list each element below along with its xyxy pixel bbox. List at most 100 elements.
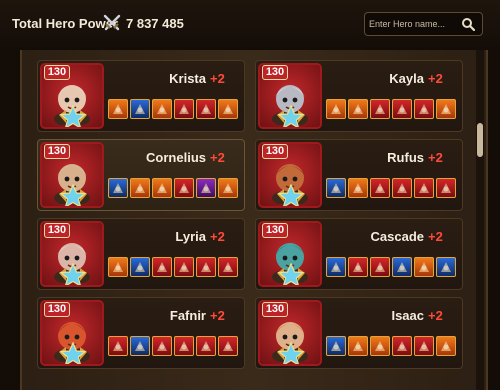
equipment-slot[interactable] — [436, 257, 456, 277]
equipment-slot[interactable] — [130, 257, 150, 277]
equipment-slot[interactable] — [436, 99, 456, 119]
equipment-slot[interactable] — [108, 257, 128, 277]
hero-equipment-row — [326, 257, 460, 279]
hero-portrait[interactable]: 130 — [40, 63, 104, 129]
equipment-slot[interactable] — [130, 99, 150, 119]
hero-card-isaac[interactable]: 130 Isaac +2 — [255, 297, 463, 369]
equipment-item-icon — [157, 104, 167, 114]
hero-level-badge: 130 — [44, 144, 70, 159]
equipment-item-icon — [419, 104, 429, 114]
equipment-item-icon — [201, 104, 211, 114]
equipment-slot[interactable] — [370, 257, 390, 277]
equipment-slot[interactable] — [348, 99, 368, 119]
star-rank-icon — [277, 105, 305, 127]
equipment-slot[interactable] — [152, 257, 172, 277]
hero-portrait[interactable]: 130 — [258, 63, 322, 129]
equipment-item-icon — [353, 262, 363, 272]
hero-portrait[interactable]: 130 — [258, 300, 322, 366]
equipment-slot[interactable] — [196, 99, 216, 119]
scrollbar-thumb[interactable] — [477, 123, 483, 157]
equipment-slot[interactable] — [174, 99, 194, 119]
equipment-slot[interactable] — [196, 257, 216, 277]
hero-promotion-plus: +2 — [428, 150, 443, 165]
equipment-slot[interactable] — [370, 336, 390, 356]
star-rank-icon — [277, 184, 305, 206]
hero-card-cornelius[interactable]: 130 Cornelius +2 — [37, 139, 245, 211]
hero-promotion-plus: +2 — [210, 308, 225, 323]
star-rank-icon — [277, 342, 305, 364]
equipment-slot[interactable] — [218, 178, 238, 198]
star-rank-icon — [59, 342, 87, 364]
hero-equipment-row — [108, 336, 242, 358]
hero-card-lyria[interactable]: 130 Lyria +2 — [37, 218, 245, 290]
equipment-slot[interactable] — [392, 99, 412, 119]
equipment-slot[interactable] — [326, 178, 346, 198]
equipment-item-icon — [441, 183, 451, 193]
equipment-slot[interactable] — [370, 99, 390, 119]
equipment-item-icon — [353, 104, 363, 114]
equipment-slot[interactable] — [174, 257, 194, 277]
star-rank-icon — [277, 263, 305, 285]
equipment-slot[interactable] — [218, 257, 238, 277]
equipment-slot[interactable] — [174, 178, 194, 198]
equipment-slot[interactable] — [348, 178, 368, 198]
equipment-slot[interactable] — [108, 178, 128, 198]
hero-promotion-plus: +2 — [428, 71, 443, 86]
hero-promotion-plus: +2 — [210, 150, 225, 165]
equipment-slot[interactable] — [326, 257, 346, 277]
equipment-slot[interactable] — [348, 336, 368, 356]
hero-card-krista[interactable]: 130 Krista +2 — [37, 60, 245, 132]
equipment-slot[interactable] — [218, 99, 238, 119]
hero-level-badge: 130 — [44, 302, 70, 317]
equipment-slot[interactable] — [326, 336, 346, 356]
equipment-slot[interactable] — [152, 336, 172, 356]
equipment-slot[interactable] — [326, 99, 346, 119]
equipment-item-icon — [397, 341, 407, 351]
hero-portrait[interactable]: 130 — [258, 221, 322, 287]
hero-card-cascade[interactable]: 130 Cascade +2 — [255, 218, 463, 290]
equipment-slot[interactable] — [436, 178, 456, 198]
equipment-slot[interactable] — [392, 336, 412, 356]
equipment-item-icon — [113, 104, 123, 114]
equipment-item-icon — [135, 104, 145, 114]
search-icon[interactable] — [461, 17, 475, 31]
equipment-slot[interactable] — [130, 336, 150, 356]
equipment-slot[interactable] — [370, 178, 390, 198]
hero-portrait[interactable]: 130 — [258, 142, 322, 208]
equipment-slot[interactable] — [414, 99, 434, 119]
hero-portrait[interactable]: 130 — [40, 142, 104, 208]
equipment-item-icon — [397, 262, 407, 272]
equipment-slot[interactable] — [130, 178, 150, 198]
equipment-slot[interactable] — [196, 178, 216, 198]
equipment-item-icon — [331, 262, 341, 272]
equipment-slot[interactable] — [108, 336, 128, 356]
equipment-item-icon — [135, 183, 145, 193]
equipment-item-icon — [113, 262, 123, 272]
equipment-slot[interactable] — [414, 336, 434, 356]
hero-promotion-plus: +2 — [210, 229, 225, 244]
equipment-slot[interactable] — [174, 336, 194, 356]
hero-portrait[interactable]: 130 — [40, 221, 104, 287]
equipment-slot[interactable] — [152, 99, 172, 119]
equipment-slot[interactable] — [436, 336, 456, 356]
equipment-slot[interactable] — [108, 99, 128, 119]
equipment-slot[interactable] — [218, 336, 238, 356]
equipment-slot[interactable] — [196, 336, 216, 356]
equipment-slot[interactable] — [152, 178, 172, 198]
equipment-slot[interactable] — [392, 257, 412, 277]
hero-card-rufus[interactable]: 130 Rufus +2 — [255, 139, 463, 211]
equipment-slot[interactable] — [348, 257, 368, 277]
hero-card-kayla[interactable]: 130 Kayla +2 — [255, 60, 463, 132]
equipment-item-icon — [135, 262, 145, 272]
equipment-item-icon — [419, 341, 429, 351]
hero-promotion-plus: +2 — [210, 71, 225, 86]
equipment-slot[interactable] — [414, 257, 434, 277]
top-bar: Total Hero Power 7 837 485 — [0, 0, 500, 50]
equipment-item-icon — [419, 262, 429, 272]
hero-portrait[interactable]: 130 — [40, 300, 104, 366]
hero-search-input[interactable] — [369, 16, 457, 32]
equipment-slot[interactable] — [414, 178, 434, 198]
hero-card-fafnir[interactable]: 130 Fafnir +2 — [37, 297, 245, 369]
equipment-slot[interactable] — [392, 178, 412, 198]
scrollbar-track[interactable] — [476, 50, 484, 390]
